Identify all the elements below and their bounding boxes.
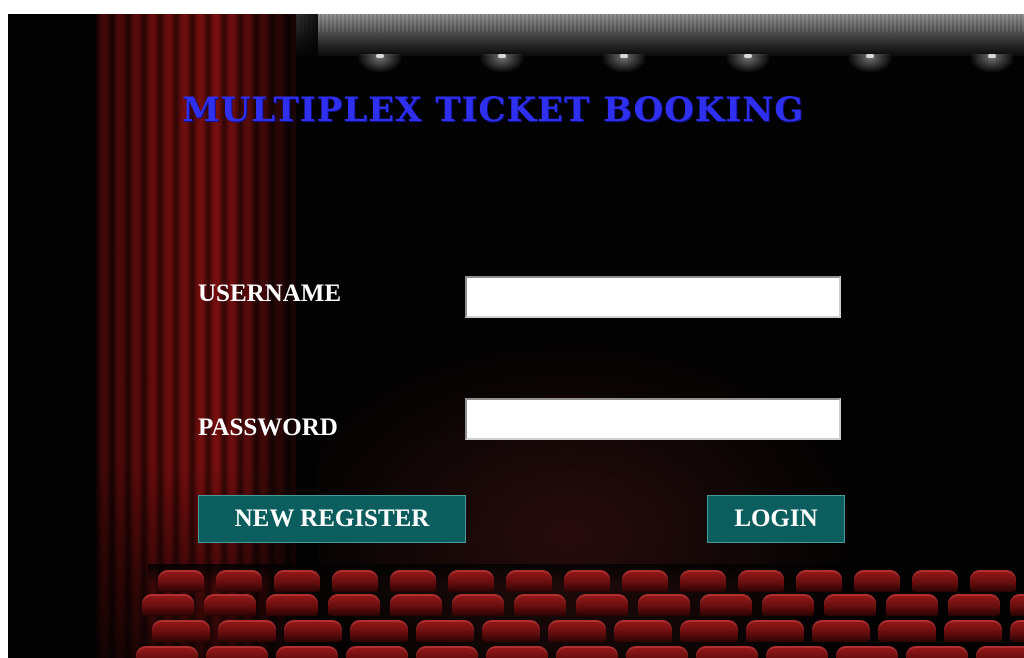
- username-input[interactable]: [465, 276, 841, 318]
- theater-seat: [638, 594, 690, 616]
- theater-seat: [266, 594, 318, 616]
- theater-seat: [886, 594, 938, 616]
- theater-seat: [746, 620, 804, 642]
- theater-seat: [452, 594, 504, 616]
- theater-seat: [204, 594, 256, 616]
- ceiling-light: [350, 54, 410, 94]
- theater-seat: [218, 620, 276, 642]
- theater-seat: [796, 570, 842, 592]
- theater-seat: [762, 594, 814, 616]
- ceiling-light: [962, 54, 1022, 94]
- theater-seat: [448, 570, 494, 592]
- theater-seat: [284, 620, 342, 642]
- theater-seat: [136, 646, 198, 658]
- theater-background: MULTIPLEX TICKET BOOKING USERNAME PASSWO…: [8, 14, 1024, 658]
- theater-seats: [136, 564, 1024, 658]
- password-input[interactable]: [465, 398, 841, 440]
- theater-seat: [482, 620, 540, 642]
- theater-seat: [680, 570, 726, 592]
- theater-seat: [514, 594, 566, 616]
- ceiling-light: [594, 54, 654, 94]
- theater-seat: [878, 620, 936, 642]
- theater-seat: [622, 570, 668, 592]
- theater-seat: [206, 646, 268, 658]
- theater-seat: [152, 620, 210, 642]
- theater-seat: [506, 570, 552, 592]
- theater-seat: [158, 570, 204, 592]
- login-button[interactable]: LOGIN: [707, 495, 845, 543]
- theater-seat: [912, 570, 958, 592]
- theater-seat: [976, 646, 1024, 658]
- theater-seat: [332, 570, 378, 592]
- theater-seat: [564, 570, 610, 592]
- theater-seat: [944, 620, 1002, 642]
- theater-seat: [906, 646, 968, 658]
- ceiling-light: [472, 54, 532, 94]
- ceiling-light: [718, 54, 778, 94]
- theater-seat: [626, 646, 688, 658]
- ceiling-light: [840, 54, 900, 94]
- theater-seat: [824, 594, 876, 616]
- theater-seat: [390, 594, 442, 616]
- app-title: MULTIPLEX TICKET BOOKING: [182, 90, 805, 130]
- theater-seat: [854, 570, 900, 592]
- theater-seat: [556, 646, 618, 658]
- new-register-button[interactable]: NEW REGISTER: [198, 495, 466, 543]
- theater-seat: [216, 570, 262, 592]
- theater-seat: [614, 620, 672, 642]
- theater-seat: [416, 620, 474, 642]
- theater-seat: [696, 646, 758, 658]
- theater-seat: [1010, 594, 1024, 616]
- theater-seat: [548, 620, 606, 642]
- theater-seat: [276, 646, 338, 658]
- theater-seat: [738, 570, 784, 592]
- theater-seat: [970, 570, 1016, 592]
- theater-seat: [812, 620, 870, 642]
- theater-ceiling: [258, 14, 1024, 56]
- theater-seat: [416, 646, 478, 658]
- theater-seat: [1010, 620, 1024, 642]
- password-label: PASSWORD: [198, 414, 338, 441]
- theater-seat: [142, 594, 194, 616]
- theater-seat: [390, 570, 436, 592]
- theater-seat: [836, 646, 898, 658]
- theater-seat: [486, 646, 548, 658]
- theater-seat: [766, 646, 828, 658]
- theater-seat: [680, 620, 738, 642]
- theater-seat: [274, 570, 320, 592]
- theater-seat: [350, 620, 408, 642]
- theater-seat: [948, 594, 1000, 616]
- username-label: USERNAME: [198, 280, 342, 307]
- theater-seat: [700, 594, 752, 616]
- theater-seat: [576, 594, 628, 616]
- theater-seat: [328, 594, 380, 616]
- theater-seat: [346, 646, 408, 658]
